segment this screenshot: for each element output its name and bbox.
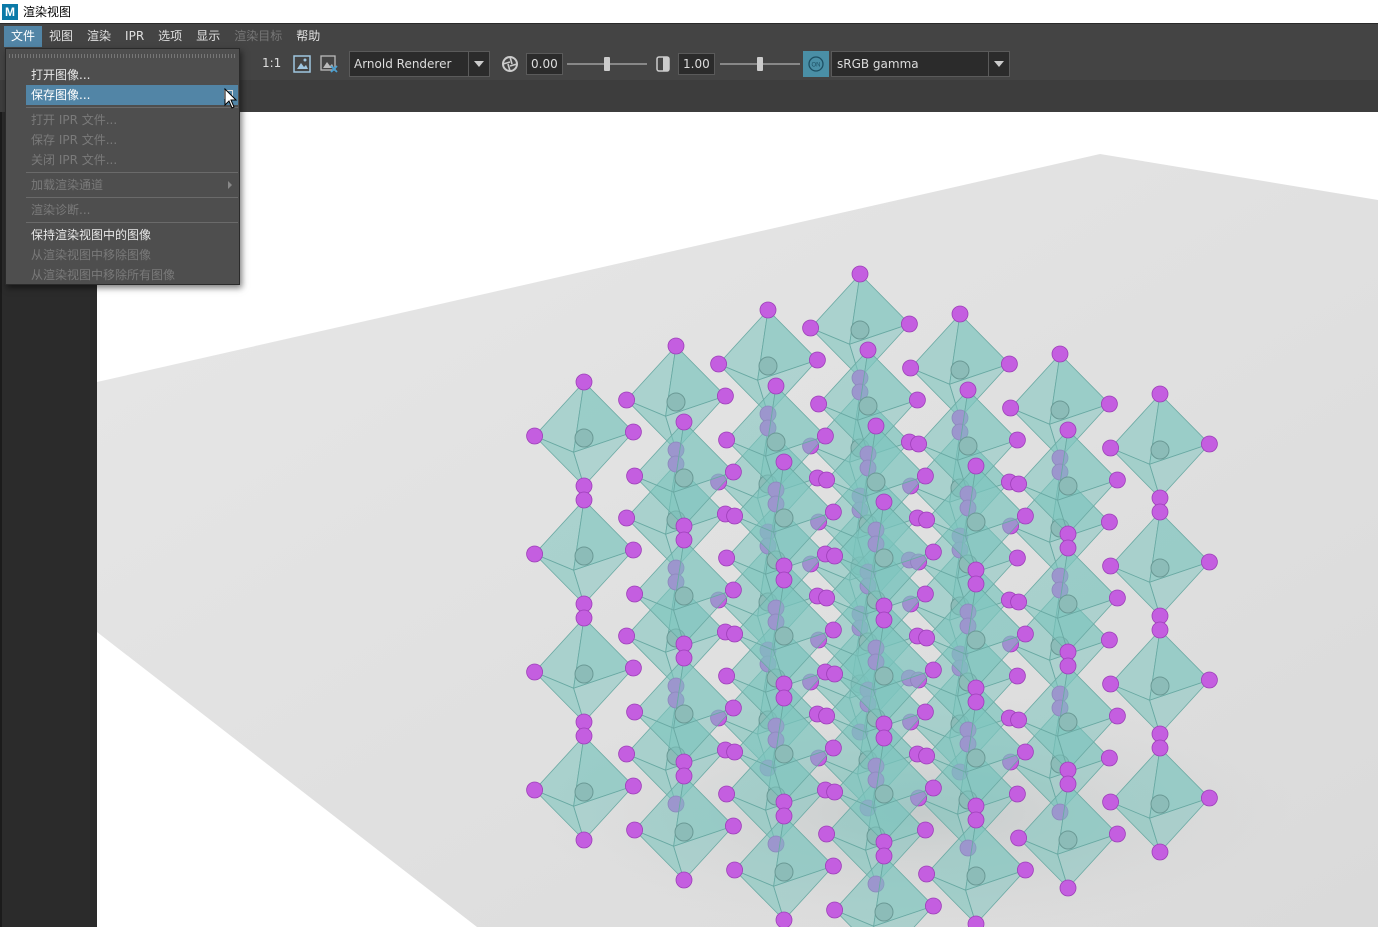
menu-save-ipr: 保存 IPR 文件...: [31, 133, 118, 147]
menu-ipr[interactable]: IPR: [118, 26, 151, 47]
gamma-slider-handle[interactable]: [757, 57, 763, 71]
exposure-icon[interactable]: [500, 54, 520, 74]
submenu-arrow-icon: [228, 181, 232, 189]
menu-load-render-pass: 加载渲染通道: [26, 175, 238, 195]
exposure-slider-handle[interactable]: [604, 57, 610, 71]
menu-load-render-pass-label: 加载渲染通道: [31, 178, 104, 192]
render-viewport[interactable]: [97, 112, 1378, 927]
keep-image-icon[interactable]: [292, 54, 312, 74]
maya-logo-icon: M: [2, 3, 18, 20]
chevron-down-icon: [468, 52, 489, 76]
menu-display[interactable]: 显示: [189, 26, 227, 47]
menu-divider: [26, 222, 238, 223]
remove-image-icon[interactable]: [319, 54, 339, 74]
menu-bar: 文件 视图 渲染 IPR 选项 显示 渲染目标 帮助: [0, 23, 1378, 49]
menu-render-diagnostics: 渲染诊断...: [31, 203, 91, 217]
menu-save-image[interactable]: 保存图像...: [26, 85, 238, 105]
gamma-icon[interactable]: [653, 54, 673, 74]
title-bar: M 渲染视图: [0, 0, 1378, 23]
menu-save-image-label: 保存图像...: [31, 88, 91, 102]
renderer-dropdown[interactable]: Arnold Renderer: [349, 51, 490, 77]
menu-file[interactable]: 文件: [4, 26, 43, 47]
exposure-field[interactable]: 0.00: [526, 53, 563, 75]
menu-remove-image: 从渲染视图中移除图像: [31, 248, 152, 262]
menu-view[interactable]: 视图: [42, 26, 80, 47]
view-transform-toggle[interactable]: ON: [803, 51, 829, 77]
file-menu-dropdown: 打开图像... 保存图像... 打开 IPR 文件... 保存 IPR 文件..…: [5, 48, 240, 285]
menu-options[interactable]: 选项: [151, 26, 189, 47]
menu-keep-image[interactable]: 保持渲染视图中的图像: [26, 225, 238, 245]
menu-render[interactable]: 渲染: [80, 26, 118, 47]
renderer-label: Arnold Renderer: [354, 57, 452, 71]
rendered-image: [97, 154, 1378, 927]
menu-divider: [26, 172, 238, 173]
tear-off-handle[interactable]: [9, 54, 237, 58]
menu-divider: [26, 197, 238, 198]
menu-divider: [26, 107, 238, 108]
color-space-label: sRGB gamma: [837, 57, 919, 71]
color-space-dropdown[interactable]: sRGB gamma: [831, 51, 1010, 77]
mouse-cursor-icon: [224, 87, 238, 113]
view-toggle-label: ON: [812, 63, 821, 69]
menu-remove-all-images: 从渲染视图中移除所有图像: [31, 268, 176, 282]
gamma-field[interactable]: 1.00: [678, 53, 715, 75]
gamma-slider[interactable]: [720, 57, 800, 71]
menu-open-ipr: 打开 IPR 文件...: [31, 113, 118, 127]
menu-close-ipr: 关闭 IPR 文件...: [31, 153, 118, 167]
real-size-button[interactable]: 1:1: [262, 56, 281, 70]
chevron-down-icon: [988, 52, 1009, 76]
exposure-slider[interactable]: [567, 57, 647, 71]
window-title: 渲染视图: [23, 5, 72, 19]
menu-help[interactable]: 帮助: [289, 26, 327, 47]
menu-render-target: 渲染目标: [234, 29, 283, 43]
menu-open-image[interactable]: 打开图像...: [26, 65, 238, 85]
